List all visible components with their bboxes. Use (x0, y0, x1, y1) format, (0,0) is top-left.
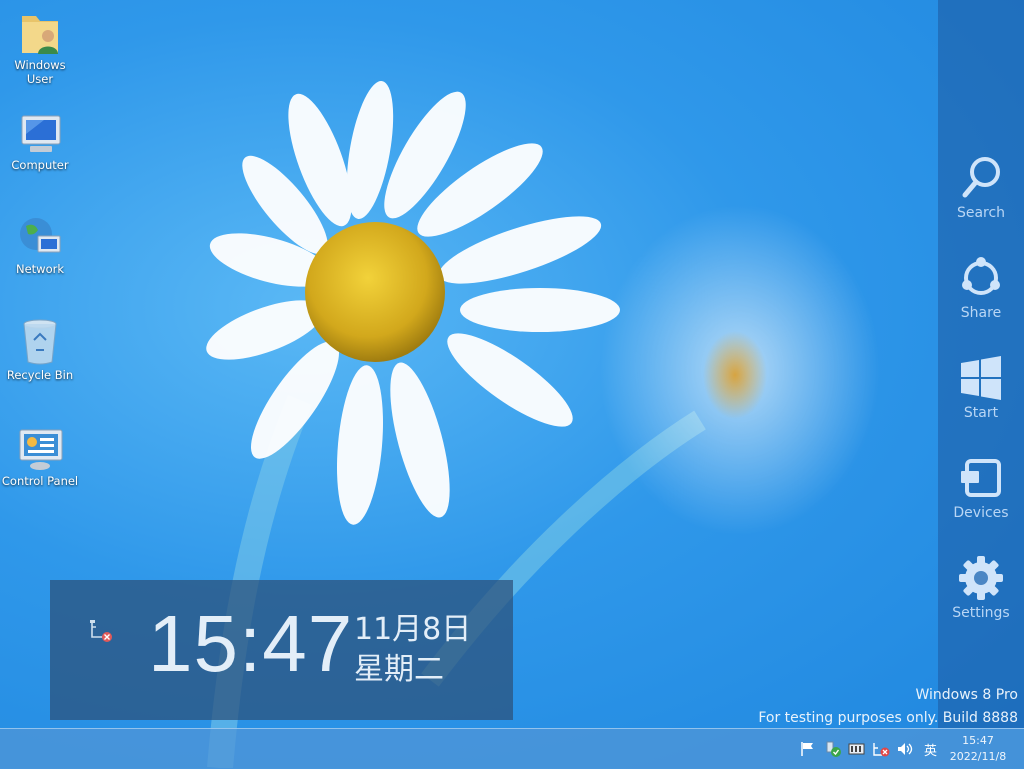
control-panel-icon (19, 429, 63, 470)
taskbar: 英 15:47 2022/11/8 (0, 728, 1024, 769)
gear-icon (959, 556, 1003, 600)
charms-bar: Search Share Start Devices Settings (938, 0, 1024, 728)
desktop-icon-network[interactable]: Network (0, 214, 80, 276)
charm-label: Search (956, 205, 1006, 221)
clock-date: 11月8日 (354, 612, 472, 647)
computer-icon (21, 115, 61, 152)
clock-weekday: 星期二 (354, 652, 444, 687)
desktop-icon-label: Computer (11, 158, 69, 172)
network-disconnected-icon (90, 620, 112, 642)
user-folder-icon (22, 16, 58, 54)
desktop-icon-label: Recycle Bin (6, 368, 74, 382)
charm-devices[interactable]: Devices (938, 455, 1024, 545)
taskbar-clock[interactable]: 15:47 2022/11/8 (944, 733, 1012, 765)
desktop-icon-recycle-bin[interactable]: Recycle Bin (0, 318, 80, 382)
share-icon (962, 257, 1000, 295)
charm-share[interactable]: Share (938, 255, 1024, 345)
power-icon[interactable] (848, 741, 866, 757)
action-center-flag-icon[interactable] (800, 741, 816, 757)
ime-language-indicator[interactable]: 英 (924, 740, 937, 759)
search-icon (962, 157, 1000, 198)
windows-logo-icon (961, 356, 1001, 400)
devices-icon (961, 459, 1001, 497)
taskbar-time: 15:47 (962, 734, 994, 747)
volume-icon[interactable] (896, 741, 914, 757)
safely-remove-hardware-icon[interactable] (824, 741, 842, 757)
desktop-watermark: Windows 8 Pro For testing purposes only.… (758, 684, 1018, 730)
charm-label: Share (960, 305, 1002, 321)
recycle-bin-icon (23, 319, 57, 365)
charm-start[interactable]: Start (938, 355, 1024, 445)
watermark-build: For testing purposes only. Build 8888 (758, 710, 1018, 726)
desktop-icon-computer[interactable]: Computer (0, 112, 80, 172)
charm-search[interactable]: Search (938, 155, 1024, 245)
network-disconnected-tray-icon[interactable] (872, 741, 890, 757)
desktop-icon-label: Windows User (14, 58, 66, 86)
watermark-edition: Windows 8 Pro (915, 687, 1018, 703)
charm-settings[interactable]: Settings (938, 555, 1024, 645)
network-icon (20, 218, 61, 253)
charm-label: Settings (952, 605, 1010, 621)
charm-label: Start (963, 405, 999, 421)
desktop-icon-label: Control Panel (1, 474, 79, 488)
clock-date-block: 11月8日 星期二 (354, 610, 471, 690)
desktop-icon-windows-user[interactable]: Windows User (0, 8, 80, 86)
charm-label: Devices (953, 505, 1009, 521)
desktop-icon-label: Network (15, 262, 65, 276)
clock-time: 15:47 (148, 599, 354, 688)
taskbar-date: 2022/11/8 (949, 750, 1007, 763)
desktop-icon-control-panel[interactable]: Control Panel (0, 428, 80, 488)
charms-clock-overlay: 15:47 11月8日 星期二 (50, 580, 513, 720)
